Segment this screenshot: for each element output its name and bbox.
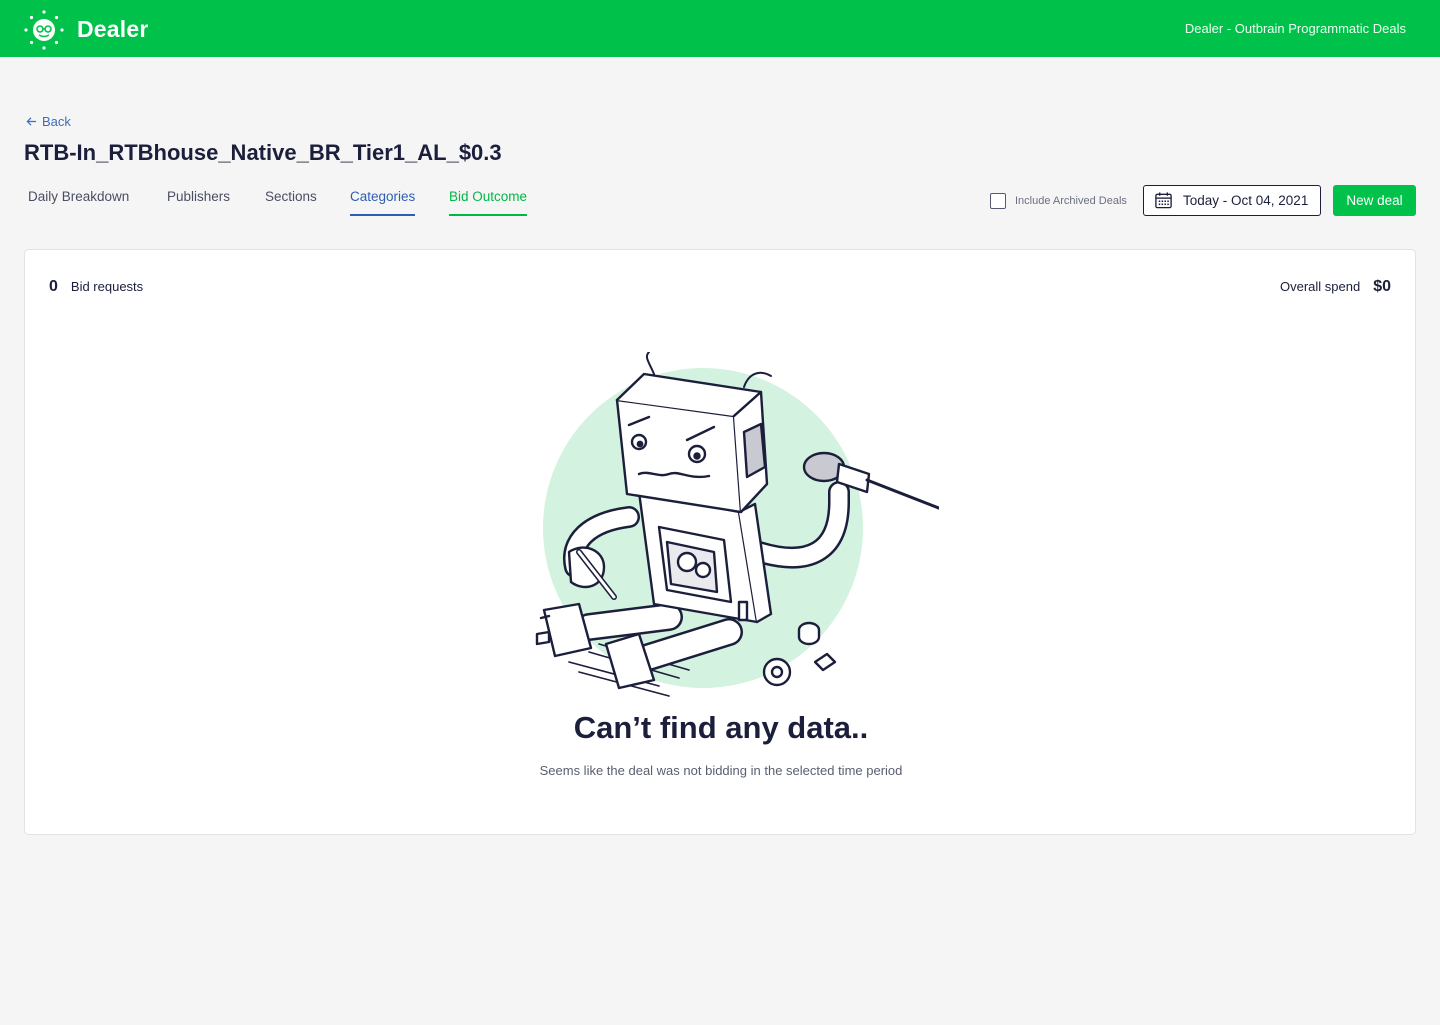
include-archived-label: Include Archived Deals [1015,195,1127,207]
brand-name[interactable]: Dealer [77,16,149,43]
tab-bid-outcome[interactable]: Bid Outcome [449,189,528,216]
tab-sections[interactable]: Sections [265,189,317,214]
empty-state-subtitle: Seems like the deal was not bidding in t… [539,763,903,778]
calendar-icon [1155,192,1172,209]
dealer-logo-icon[interactable] [22,8,66,52]
bid-requests-label: Bid requests [70,279,144,294]
overall-spend-value: $0 [1373,278,1391,295]
app-title: Dealer - Outbrain Programmatic Deals [1184,21,1406,36]
bid-requests-stat: 0 Bid requests [49,278,143,296]
bid-outcome-card: 0 Bid requests Overall spend $0 Can’t fi… [24,249,1416,835]
tab-daily-breakdown[interactable]: Daily Breakdown [28,189,129,214]
include-archived-checkbox[interactable] [990,193,1006,209]
overall-spend-label: Overall spend [1279,279,1361,294]
date-range-picker[interactable]: Today - Oct 04, 2021 [1143,185,1321,216]
date-range-label: Today - Oct 04, 2021 [1183,193,1309,208]
broken-robot-illustration [535,352,939,697]
tab-categories[interactable]: Categories [350,189,416,216]
tab-publishers[interactable]: Publishers [167,189,230,214]
include-archived-toggle[interactable]: Include Archived Deals [990,193,1127,209]
arrow-left-icon [26,117,37,126]
empty-state-title: Can’t find any data.. [573,710,869,745]
new-deal-button[interactable]: New deal [1333,185,1416,216]
back-label: Back [42,114,71,129]
page-title: RTB-In_RTBhouse_Native_BR_Tier1_AL_$0.3 [24,140,502,165]
back-link[interactable]: Back [26,114,71,129]
bid-requests-value: 0 [49,278,58,295]
top-bar: Dealer Dealer - Outbrain Programmatic De… [0,0,1440,57]
overall-spend-stat: Overall spend $0 [1280,278,1391,296]
